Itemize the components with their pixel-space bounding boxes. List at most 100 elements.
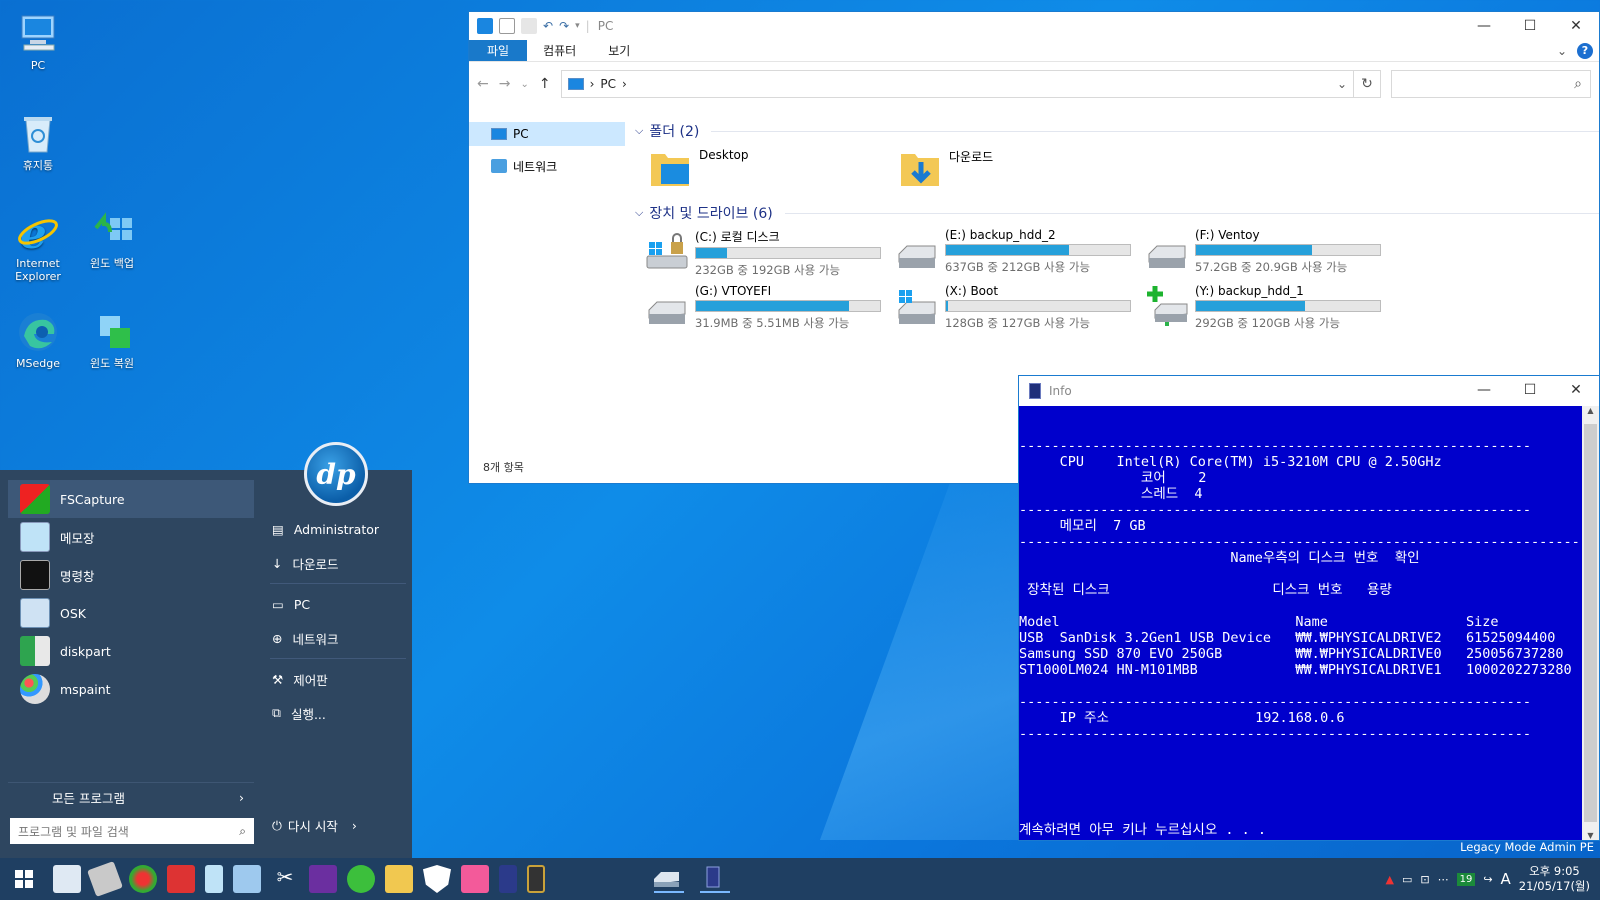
console-output[interactable]: ----------------------------------------… <box>1019 406 1583 840</box>
place-downloads[interactable]: ↓ 다운로드 <box>264 546 412 580</box>
all-programs-button[interactable]: 모든 프로그램 › <box>8 782 254 812</box>
program-osk[interactable]: OSK <box>8 594 254 632</box>
new-folder-icon[interactable] <box>521 18 537 34</box>
start-search-input[interactable]: 프로그램 및 파일 검색 ⌕ <box>10 818 254 844</box>
chevron-down-icon[interactable]: ▾ <box>575 21 580 31</box>
sd-card-icon[interactable] <box>527 865 545 893</box>
program-notepad[interactable]: 메모장 <box>8 518 254 556</box>
info-titlebar[interactable]: Info — ☐ ✕ <box>1019 376 1599 406</box>
scroll-down-icon[interactable]: ▼ <box>1582 831 1599 840</box>
drive-f[interactable]: (F:) Ventoy 57.2GB 중 20.9GB 사용 가능 <box>1145 228 1395 278</box>
breadcrumb-pc[interactable]: PC <box>600 77 616 91</box>
notepad-taskbar-icon[interactable] <box>205 865 223 893</box>
up-arrow-icon[interactable]: ↑ <box>539 76 551 92</box>
group-header-folders[interactable]: ⌵ 폴더 (2) <box>629 120 1599 142</box>
desktop-icon-windows-restore[interactable]: 윈도 복원 <box>76 310 148 370</box>
tab-computer[interactable]: 컴퓨터 <box>527 40 592 61</box>
folder-desktop[interactable]: Desktop <box>649 142 899 202</box>
address-bar[interactable]: › PC › ⌄ <box>560 70 1354 98</box>
fscapture-taskbar-icon[interactable] <box>129 865 157 893</box>
nav-item-pc[interactable]: PC <box>469 122 625 146</box>
minimize-button[interactable]: — <box>1461 376 1507 404</box>
explorer-tool-icon[interactable] <box>385 865 413 893</box>
backup-tool-icon[interactable] <box>233 865 261 893</box>
place-run[interactable]: ⧉ 실행... <box>264 696 412 730</box>
recent-chevron-icon[interactable]: ⌄ <box>520 79 528 90</box>
place-administrator[interactable]: ▤ Administrator <box>264 512 412 546</box>
desktop-icon-pc[interactable]: PC <box>2 12 74 72</box>
back-arrow-icon[interactable]: ← <box>477 76 489 92</box>
console-line: 스레드 4 <box>1019 486 1203 502</box>
explorer-window-taskbar-button[interactable] <box>651 865 687 893</box>
properties-icon[interactable] <box>499 18 515 34</box>
program-mspaint[interactable]: mspaint <box>8 670 254 708</box>
sync-icon[interactable] <box>347 865 375 893</box>
keyboard-tray-icon[interactable]: ⋯ <box>1438 873 1449 886</box>
internet-explorer-icon: e <box>16 209 60 258</box>
chevron-down-icon[interactable]: ⌄ <box>1337 77 1347 91</box>
close-button[interactable]: ✕ <box>1553 376 1599 404</box>
forward-arrow-icon[interactable]: → <box>499 76 511 92</box>
expand-ribbon-icon[interactable]: ⌄ <box>1557 44 1567 58</box>
desktop-icon-label: 휴지통 <box>22 159 54 172</box>
app-grid-icon[interactable] <box>461 865 489 893</box>
maximize-button[interactable]: ☐ <box>1507 376 1553 404</box>
tab-file[interactable]: 파일 <box>469 40 528 61</box>
network-tray-icon[interactable]: ⊡ <box>1420 873 1429 886</box>
desktop-icon-internet-explorer[interactable]: e Internet Explorer <box>2 209 74 283</box>
desktop-icon-recycle-bin[interactable]: 휴지통 <box>2 112 74 172</box>
scroll-thumb[interactable] <box>1584 424 1597 822</box>
tab-view[interactable]: 보기 <box>592 40 646 61</box>
console-scrollbar[interactable]: ▲ ▼ <box>1582 406 1599 840</box>
minimize-button[interactable]: — <box>1461 12 1507 40</box>
explorer-titlebar[interactable]: ↶ ↷ ▾ | PC — ☐ ✕ <box>469 12 1599 40</box>
drive-y[interactable]: (Y:) backup_hdd_1 292GB 중 120GB 사용 가능 <box>1145 284 1395 334</box>
scroll-up-icon[interactable]: ▲ <box>1582 406 1599 415</box>
partition-tool-icon[interactable] <box>167 865 195 893</box>
task-manager-icon[interactable] <box>53 865 81 893</box>
refresh-button[interactable]: ↻ <box>1353 70 1381 98</box>
purple-app-icon[interactable] <box>309 865 337 893</box>
program-cmd[interactable]: 명령창 <box>8 556 254 594</box>
undo-icon[interactable]: ↶ <box>543 19 553 33</box>
calendar-badge[interactable]: 19 <box>1456 872 1476 886</box>
close-button[interactable]: ✕ <box>1553 12 1599 40</box>
drive-x[interactable]: (X:) Boot 128GB 중 127GB 사용 가능 <box>895 284 1145 334</box>
redo-icon[interactable]: ↷ <box>559 19 569 33</box>
group-header-drives[interactable]: ⌵ 장치 및 드라이브 (6) <box>629 202 1599 224</box>
maximize-button[interactable]: ☐ <box>1507 12 1553 40</box>
drive-g[interactable]: (G:) VTOYEFI 31.9MB 중 5.51MB 사용 가능 <box>645 284 895 334</box>
program-diskpart[interactable]: diskpart <box>8 632 254 670</box>
tools-icon[interactable]: ✂ <box>271 865 299 893</box>
ime-indicator[interactable]: A <box>1501 870 1511 888</box>
folder-downloads[interactable]: 다운로드 <box>899 142 1149 202</box>
info-window-taskbar-button[interactable] <box>697 865 733 893</box>
taskbar-clock[interactable]: 오후 9:05 21/05/17(월) <box>1519 864 1590 894</box>
drive-tray-icon[interactable]: ▭ <box>1402 873 1412 886</box>
place-pc[interactable]: ▭ PC <box>264 587 412 621</box>
windows-restore-icon <box>90 310 134 354</box>
place-control-panel[interactable]: ⚒ 제어판 <box>264 662 412 696</box>
disk-tool-icon[interactable] <box>87 861 123 897</box>
phone-app-icon[interactable] <box>499 865 517 893</box>
antivirus-icon[interactable]: ▲ <box>1385 873 1393 886</box>
info-console-window[interactable]: Info — ☐ ✕ -----------------------------… <box>1018 375 1600 841</box>
search-input[interactable]: ⌕ <box>1391 70 1591 98</box>
restart-button[interactable]: ⏻ 다시 시작 › <box>272 816 357 835</box>
program-fscapture[interactable]: FSCapture <box>8 480 254 518</box>
nav-item-network[interactable]: 네트워크 <box>469 154 625 178</box>
share-arrow-icon[interactable]: ↪ <box>1483 873 1492 886</box>
drive-e[interactable]: (E:) backup_hdd_2 637GB 중 212GB 사용 가능 <box>895 228 1145 278</box>
console-line: ----------------------------------------… <box>1019 534 1583 550</box>
desktop-icon-msedge[interactable]: MSedge <box>2 310 74 370</box>
place-network[interactable]: ⊕ 네트워크 <box>264 621 412 655</box>
shield-icon[interactable] <box>423 865 451 893</box>
place-label: 다운로드 <box>292 556 339 572</box>
start-button[interactable] <box>0 858 48 900</box>
chevron-right-icon[interactable]: › <box>352 818 357 833</box>
drive-c[interactable]: (C:) 로컬 디스크 232GB 중 192GB 사용 가능 <box>645 228 895 278</box>
help-icon[interactable]: ? <box>1577 42 1593 59</box>
desktop-icon-windows-backup[interactable]: 윈도 백업 <box>76 210 148 270</box>
drive-usage-fill <box>946 301 948 311</box>
